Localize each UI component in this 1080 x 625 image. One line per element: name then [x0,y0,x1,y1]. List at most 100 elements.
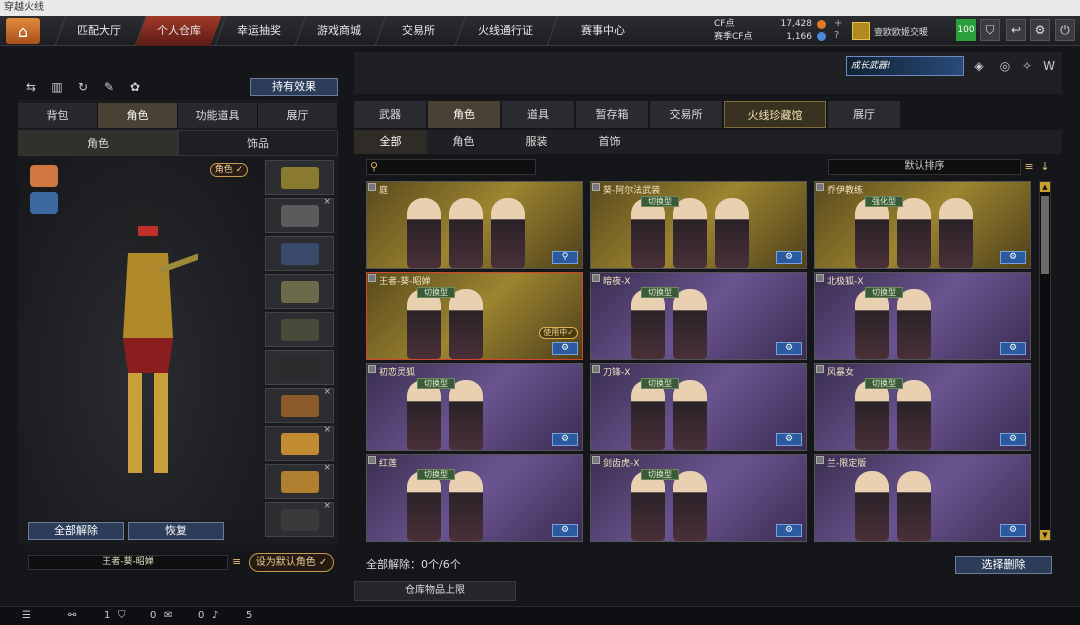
remove-icon[interactable]: × [323,425,331,435]
right-subtab-0[interactable]: 全部 [354,130,427,154]
subtab-character[interactable]: 角色 [18,130,178,156]
scroll-up-icon[interactable]: ▲ [1040,182,1050,192]
character-card[interactable]: 兰-限定版 ⚙ [814,454,1031,542]
card-checkbox[interactable] [368,365,376,373]
character-card[interactable]: 刀锋-X 切换型 ⚙ [590,363,807,451]
left-tab-0[interactable]: 背包 [18,103,98,128]
settings-icon[interactable]: ⚙ [1000,433,1026,446]
binoculars-icon[interactable]: ⚯ [68,610,76,621]
settings-icon[interactable]: ⚙ [552,433,578,446]
grid-scrollbar[interactable]: ▲ ▼ [1039,181,1051,541]
card-checkbox[interactable] [592,365,600,373]
right-tab-4[interactable]: 交易所 [650,101,722,128]
home-button[interactable]: ⌂ [6,18,40,44]
character-card[interactable]: 剑齿虎-X 切换型 ⚙ [590,454,807,542]
settings-icon[interactable]: ⚙ [776,433,802,446]
nav-tab-6[interactable]: 赛事中心 [546,16,658,46]
equipment-slot[interactable] [265,160,334,195]
list-view-icon[interactable]: ≡ [1022,160,1036,174]
card-checkbox[interactable] [592,183,600,191]
card-checkbox[interactable] [816,183,824,191]
shield-icon[interactable]: ⛉ [980,19,1000,41]
crystal-icon[interactable]: ✧ [1018,57,1036,75]
nav-tab-1[interactable]: 个人仓库 [134,16,222,46]
card-checkbox[interactable] [816,456,824,464]
character-card[interactable]: 葵-阿尔法武装 切换型 ⚙ [590,181,807,269]
right-tab-5[interactable]: 火线珍藏馆 [724,101,826,128]
speaker-icon[interactable]: ♪ [212,610,218,621]
exit-icon[interactable]: ⏻ [1055,19,1075,41]
nav-tab-0[interactable]: 匹配大厅 [54,16,142,46]
clear-selected-button[interactable]: 选择删除 [955,556,1052,574]
nav-tab-2[interactable]: 幸运抽奖 [214,16,302,46]
equipment-slot[interactable]: × [265,463,334,499]
subtab-accessory[interactable]: 饰品 [178,130,338,156]
restore-button[interactable]: 恢复 [128,522,224,540]
scroll-down-icon[interactable]: ▼ [1040,530,1050,540]
right-subtab-3[interactable]: 首饰 [573,130,646,154]
equipment-slot[interactable]: × [265,425,334,461]
card-checkbox[interactable] [592,274,600,282]
set-default-button[interactable]: 设为默认角色 ✓ [249,553,334,572]
nav-tab-5[interactable]: 火线通行证 [454,16,556,46]
chat-icon[interactable]: ✉ [164,610,172,621]
search-detail-icon[interactable]: ⚲ [552,251,578,264]
right-tab-2[interactable]: 道具 [502,101,574,128]
sort-arrow-icon[interactable]: ↓ [1038,160,1052,174]
equipment-slot[interactable] [265,312,334,347]
role-badge[interactable]: 角色 ✓ [210,163,248,177]
bar-chart-icon[interactable]: ▥ [48,80,66,96]
badge-icon[interactable]: ◈ [970,57,988,75]
growth-weapon-banner[interactable]: 成长武器! [846,56,964,76]
gear-icon[interactable]: ⚙ [1030,19,1050,41]
menu-icon[interactable]: ☰ [22,610,31,621]
wolf-icon[interactable]: W [1040,57,1058,75]
toggle-icon[interactable]: ⇆ [22,80,40,96]
equipment-slot[interactable] [265,350,334,385]
right-tab-6[interactable]: 展厅 [828,101,900,128]
card-checkbox[interactable] [368,456,376,464]
settings-icon[interactable]: ⚙ [1000,251,1026,264]
scroll-thumb[interactable] [1041,196,1049,274]
equipment-slot[interactable] [265,274,334,309]
card-checkbox[interactable] [816,274,824,282]
bag-icon[interactable]: ✿ [126,80,144,96]
equipment-slot[interactable]: × [265,387,334,423]
right-subtab-1[interactable]: 角色 [427,130,500,154]
character-card[interactable]: 初恋灵狐 切换型 ⚙ [366,363,583,451]
swap-icon[interactable] [30,192,58,214]
shield-small-icon[interactable]: ⛉ [118,610,126,621]
remove-icon[interactable]: × [323,501,331,511]
equipment-slot[interactable] [265,236,334,271]
search-input[interactable]: ⚲ [366,159,536,175]
settings-icon[interactable]: ⚙ [1000,524,1026,537]
user-profile[interactable]: 壹欧欧姬交暖 [852,20,952,42]
nav-tab-4[interactable]: 交易所 [374,16,462,46]
character-card[interactable]: 王者-葵-昭婵 切换型 使用中✓ ⚙ [366,272,583,360]
card-checkbox[interactable] [368,183,376,191]
add-season-icon[interactable]: ? [834,30,839,42]
card-checkbox[interactable] [816,365,824,373]
clear-all-button[interactable]: 全部解除 [28,522,124,540]
settings-icon[interactable]: ⚙ [776,342,802,355]
card-checkbox[interactable] [592,456,600,464]
right-tab-3[interactable]: 暂存箱 [576,101,648,128]
return-icon[interactable]: ↩ [1006,19,1026,41]
settings-icon[interactable]: ⚙ [776,251,802,264]
character-card[interactable]: 庭 ⚲ [366,181,583,269]
add-cf-icon[interactable]: + [834,18,842,30]
settings-icon[interactable]: ⚙ [552,524,578,537]
refresh-icon[interactable]: ↻ [74,80,92,96]
character-card[interactable]: 北极狐-X 切换型 ⚙ [814,272,1031,360]
remove-icon[interactable]: × [323,197,331,207]
character-card[interactable]: 乔伊教练 强化型 ⚙ [814,181,1031,269]
left-tab-3[interactable]: 展厅 [258,103,338,128]
card-checkbox[interactable] [368,274,376,282]
character-card[interactable]: 红莲 切换型 ⚙ [366,454,583,542]
left-tab-2[interactable]: 功能道具 [178,103,258,128]
shield-badge-icon[interactable]: ◎ [996,57,1014,75]
list-icon[interactable]: ≡ [232,556,245,569]
nav-tab-3[interactable]: 游戏商城 [294,16,382,46]
right-subtab-2[interactable]: 服装 [500,130,573,154]
remove-icon[interactable]: × [323,463,331,473]
